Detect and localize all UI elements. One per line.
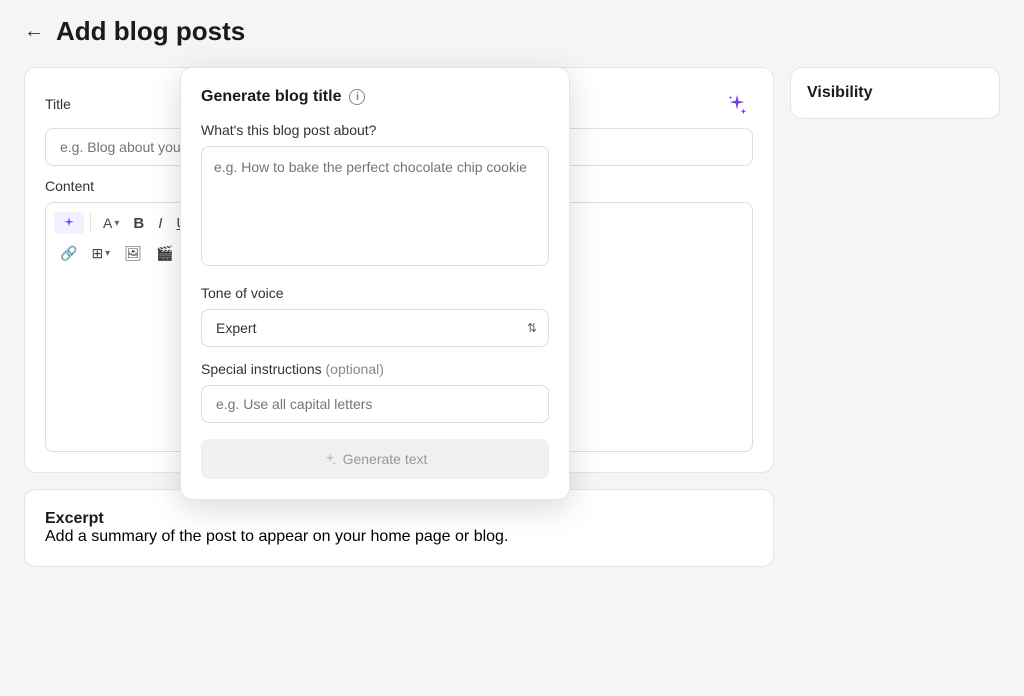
toolbar-font-button[interactable]: A ▾ — [97, 211, 125, 235]
table-icon: ⊞ — [91, 245, 103, 262]
toolbar-bold-button[interactable]: B — [127, 211, 150, 236]
toolbar-image-button[interactable]: 🖼 — [118, 241, 148, 266]
visibility-card: Visibility — [790, 67, 1000, 119]
video-icon: 🎬 — [156, 245, 173, 262]
toolbar-video-button[interactable]: 🎬 — [150, 241, 179, 266]
optional-text: (optional) — [326, 361, 384, 377]
special-instructions-input[interactable] — [201, 385, 549, 423]
title-label: Title — [45, 96, 71, 112]
generate-popup: Generate blog title i What's this blog p… — [180, 67, 570, 500]
about-textarea[interactable] — [201, 146, 549, 266]
image-icon: 🖼 — [124, 245, 142, 262]
excerpt-description: Add a summary of the post to appear on y… — [45, 528, 753, 546]
tone-select-wrapper: Expert Friendly Formal Casual Witty ⇅ — [201, 309, 549, 347]
popup-title: Generate blog title i — [201, 88, 549, 106]
excerpt-title: Excerpt — [45, 510, 753, 528]
generate-text-button[interactable]: Generate text — [201, 439, 549, 479]
title-ai-button[interactable] — [721, 88, 753, 120]
page-title: Add blog posts — [56, 16, 245, 47]
link-icon: 🔗 — [60, 245, 77, 262]
excerpt-card: Excerpt Add a summary of the post to app… — [24, 489, 774, 567]
bold-icon: B — [133, 215, 144, 232]
italic-icon: I — [158, 215, 162, 232]
visibility-title: Visibility — [807, 84, 983, 102]
tone-label: Tone of voice — [201, 285, 549, 301]
generate-sparkle-icon — [323, 452, 337, 466]
toolbar-link-button[interactable]: 🔗 — [54, 241, 83, 266]
font-icon: A — [103, 215, 112, 231]
about-label: What's this blog post about? — [201, 122, 549, 138]
table-caret: ▾ — [105, 248, 110, 259]
font-caret: ▾ — [114, 218, 119, 229]
info-icon[interactable]: i — [349, 89, 365, 105]
generate-text-label: Generate text — [343, 451, 428, 467]
toolbar-italic-button[interactable]: I — [152, 211, 168, 236]
special-label-text: Special instructions — [201, 361, 322, 377]
toolbar-ai-button[interactable] — [54, 212, 84, 234]
tone-select[interactable]: Expert Friendly Formal Casual Witty — [201, 309, 549, 347]
toolbar-divider-1 — [90, 213, 91, 233]
popup-title-text: Generate blog title — [201, 88, 341, 106]
back-button[interactable]: ← — [24, 20, 44, 43]
toolbar-table-button[interactable]: ⊞ ▾ — [85, 241, 116, 266]
special-label: Special instructions (optional) — [201, 361, 549, 377]
